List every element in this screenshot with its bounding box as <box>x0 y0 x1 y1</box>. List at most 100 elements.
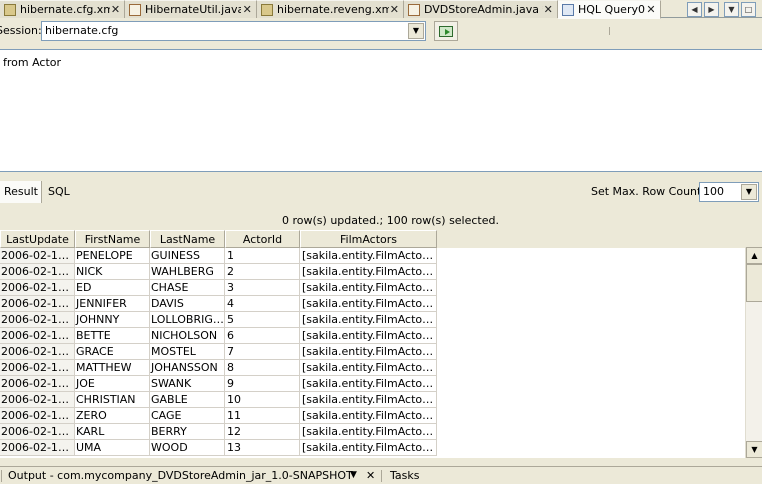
cell-lastupdate[interactable]: 2006-02-15 ... <box>0 312 75 328</box>
cell-lastupdate[interactable]: 2006-02-15 ... <box>0 408 75 424</box>
cell-actorid[interactable]: 10 <box>225 392 300 408</box>
table-row[interactable]: 2006-02-15 ... BETTE NICHOLSON 6 [sakila.ent… <box>0 328 437 344</box>
table-row[interactable]: 2006-02-15 ... GRACE MOSTEL 7 [sakila.entity… <box>0 344 437 360</box>
column-header-firstname[interactable]: FirstName <box>75 230 150 248</box>
cell-lastname[interactable]: LOLLOBRIGI... <box>150 312 225 328</box>
cell-firstname[interactable]: JOE <box>75 376 150 392</box>
tab-dvdstoreadmin-java[interactable]: DVDStoreAdmin.java * ✕ <box>404 0 558 18</box>
grip-handle[interactable] <box>1 470 2 482</box>
chevron-down-icon[interactable]: ▼ <box>408 23 424 39</box>
table-row[interactable]: 2006-02-15 ... JENNIFER DAVIS 4 [sakila.enti… <box>0 296 437 312</box>
cell-actorid[interactable]: 1 <box>225 248 300 264</box>
tab-hql-query0[interactable]: HQL Query0 ✕ <box>558 0 661 19</box>
cell-actorid[interactable]: 11 <box>225 408 300 424</box>
cell-actorid[interactable]: 7 <box>225 344 300 360</box>
cell-firstname[interactable]: ZERO <box>75 408 150 424</box>
cell-lastupdate[interactable]: 2006-02-15 ... <box>0 424 75 440</box>
table-row[interactable]: 2006-02-15 ... MATTHEW JOHANSSON 8 [sakila.e… <box>0 360 437 376</box>
cell-lastupdate[interactable]: 2006-02-15 ... <box>0 360 75 376</box>
cell-lastname[interactable]: CAGE <box>150 408 225 424</box>
table-row[interactable]: 2006-02-15 ... JOE SWANK 9 [sakila.entity.Fi… <box>0 376 437 392</box>
cell-filmactors[interactable]: [sakila.entity.FilmActor@... <box>300 408 437 424</box>
table-row[interactable]: 2006-02-15 ... KARL BERRY 12 [sakila.entity.… <box>0 424 437 440</box>
close-icon[interactable]: ✕ <box>543 3 554 16</box>
cell-lastupdate[interactable]: 2006-02-15 ... <box>0 440 75 456</box>
cell-actorid[interactable]: 2 <box>225 264 300 280</box>
cell-firstname[interactable]: NICK <box>75 264 150 280</box>
scroll-tabs-left-icon[interactable]: ◀ <box>687 2 702 17</box>
table-row[interactable]: 2006-02-15 ... CHRISTIAN GABLE 10 [sakila.en… <box>0 392 437 408</box>
close-icon[interactable]: ✕ <box>110 3 121 16</box>
tasks-window-tab[interactable]: Tasks <box>390 467 419 484</box>
cell-filmactors[interactable]: [sakila.entity.FilmActor@... <box>300 360 437 376</box>
run-query-button[interactable] <box>434 21 458 41</box>
session-select[interactable]: hibernate.cfg ▼ <box>41 21 426 41</box>
close-icon[interactable]: ✕ <box>366 467 375 484</box>
cell-actorid[interactable]: 5 <box>225 312 300 328</box>
cell-lastname[interactable]: GUINESS <box>150 248 225 264</box>
tab-hibernateutil-java[interactable]: HibernateUtil.java ✕ <box>125 0 257 18</box>
cell-actorid[interactable]: 4 <box>225 296 300 312</box>
cell-filmactors[interactable]: [sakila.entity.FilmActor@... <box>300 440 437 456</box>
column-header-filmactors[interactable]: FilmActors <box>300 230 437 248</box>
cell-filmactors[interactable]: [sakila.entity.FilmActor@... <box>300 280 437 296</box>
cell-filmactors[interactable]: [sakila.entity.FilmActor@... <box>300 424 437 440</box>
cell-actorid[interactable]: 9 <box>225 376 300 392</box>
cell-filmactors[interactable]: [sakila.entity.FilmActor@... <box>300 376 437 392</box>
cell-firstname[interactable]: UMA <box>75 440 150 456</box>
cell-lastupdate[interactable]: 2006-02-15 ... <box>0 392 75 408</box>
table-row[interactable]: 2006-02-15 ... NICK WAHLBERG 2 [sakila.entit… <box>0 264 437 280</box>
cell-firstname[interactable]: KARL <box>75 424 150 440</box>
table-row[interactable]: 2006-02-15 ... JOHNNY LOLLOBRIGI... 5 [sakil… <box>0 312 437 328</box>
tab-list-dropdown-icon[interactable]: ▼ <box>724 2 739 17</box>
tab-hibernate-reveng-xml[interactable]: hibernate.reveng.xml ✕ <box>257 0 404 18</box>
close-icon[interactable]: ✕ <box>645 3 657 16</box>
cell-actorid[interactable]: 8 <box>225 360 300 376</box>
cell-lastupdate[interactable]: 2006-02-15 ... <box>0 248 75 264</box>
close-icon[interactable]: ✕ <box>389 3 400 16</box>
cell-actorid[interactable]: 6 <box>225 328 300 344</box>
cell-firstname[interactable]: PENELOPE <box>75 248 150 264</box>
cell-firstname[interactable]: BETTE <box>75 328 150 344</box>
grip-handle[interactable] <box>381 470 382 482</box>
cell-firstname[interactable]: JENNIFER <box>75 296 150 312</box>
cell-lastupdate[interactable]: 2006-02-15 ... <box>0 280 75 296</box>
cell-lastname[interactable]: DAVIS <box>150 296 225 312</box>
hql-query-editor[interactable]: from Actor <box>0 49 762 172</box>
table-row[interactable]: 2006-02-15 ... ED CHASE 3 [sakila.entity.Fil… <box>0 280 437 296</box>
table-row[interactable]: 2006-02-15 ... ZERO CAGE 11 [sakila.entity.F… <box>0 408 437 424</box>
table-row[interactable]: 2006-02-15 ... PENELOPE GUINESS 1 [sakila.en… <box>0 248 437 264</box>
tab-hibernate-cfg-xml[interactable]: hibernate.cfg.xml ✕ <box>0 0 125 18</box>
cell-lastname[interactable]: BERRY <box>150 424 225 440</box>
cell-lastupdate[interactable]: 2006-02-15 ... <box>0 376 75 392</box>
scroll-tabs-right-icon[interactable]: ▶ <box>704 2 719 17</box>
cell-filmactors[interactable]: [sakila.entity.FilmActor@... <box>300 296 437 312</box>
tab-sql[interactable]: SQL <box>44 181 74 203</box>
output-window-tab[interactable]: Output - com.mycompany_DVDStoreAdmin_jar… <box>8 467 353 484</box>
cell-firstname[interactable]: GRACE <box>75 344 150 360</box>
cell-firstname[interactable]: ED <box>75 280 150 296</box>
cell-filmactors[interactable]: [sakila.entity.FilmActor@... <box>300 312 437 328</box>
chevron-down-icon[interactable]: ▼ <box>741 184 757 200</box>
cell-actorid[interactable]: 12 <box>225 424 300 440</box>
cell-firstname[interactable]: CHRISTIAN <box>75 392 150 408</box>
cell-filmactors[interactable]: [sakila.entity.FilmActor@... <box>300 392 437 408</box>
cell-lastname[interactable]: CHASE <box>150 280 225 296</box>
column-header-actorid[interactable]: ActorId <box>225 230 300 248</box>
cell-lastupdate[interactable]: 2006-02-15 ... <box>0 296 75 312</box>
cell-lastname[interactable]: NICHOLSON <box>150 328 225 344</box>
column-header-lastupdate[interactable]: LastUpdate <box>0 230 75 248</box>
cell-lastname[interactable]: WAHLBERG <box>150 264 225 280</box>
cell-lastupdate[interactable]: 2006-02-15 ... <box>0 328 75 344</box>
window-menu-icon[interactable]: ▼ <box>350 467 357 484</box>
cell-lastname[interactable]: WOOD <box>150 440 225 456</box>
column-header-lastname[interactable]: LastName <box>150 230 225 248</box>
cell-filmactors[interactable]: [sakila.entity.FilmActor@... <box>300 328 437 344</box>
max-row-count-select[interactable]: 100 ▼ <box>699 182 759 202</box>
cell-lastupdate[interactable]: 2006-02-15 ... <box>0 344 75 360</box>
table-row[interactable]: 2006-02-15 ... UMA WOOD 13 [sakila.entity.Fi… <box>0 440 437 456</box>
cell-lastname[interactable]: JOHANSSON <box>150 360 225 376</box>
cell-firstname[interactable]: MATTHEW <box>75 360 150 376</box>
cell-filmactors[interactable]: [sakila.entity.FilmActor@... <box>300 264 437 280</box>
cell-filmactors[interactable]: [sakila.entity.FilmActor@... <box>300 248 437 264</box>
